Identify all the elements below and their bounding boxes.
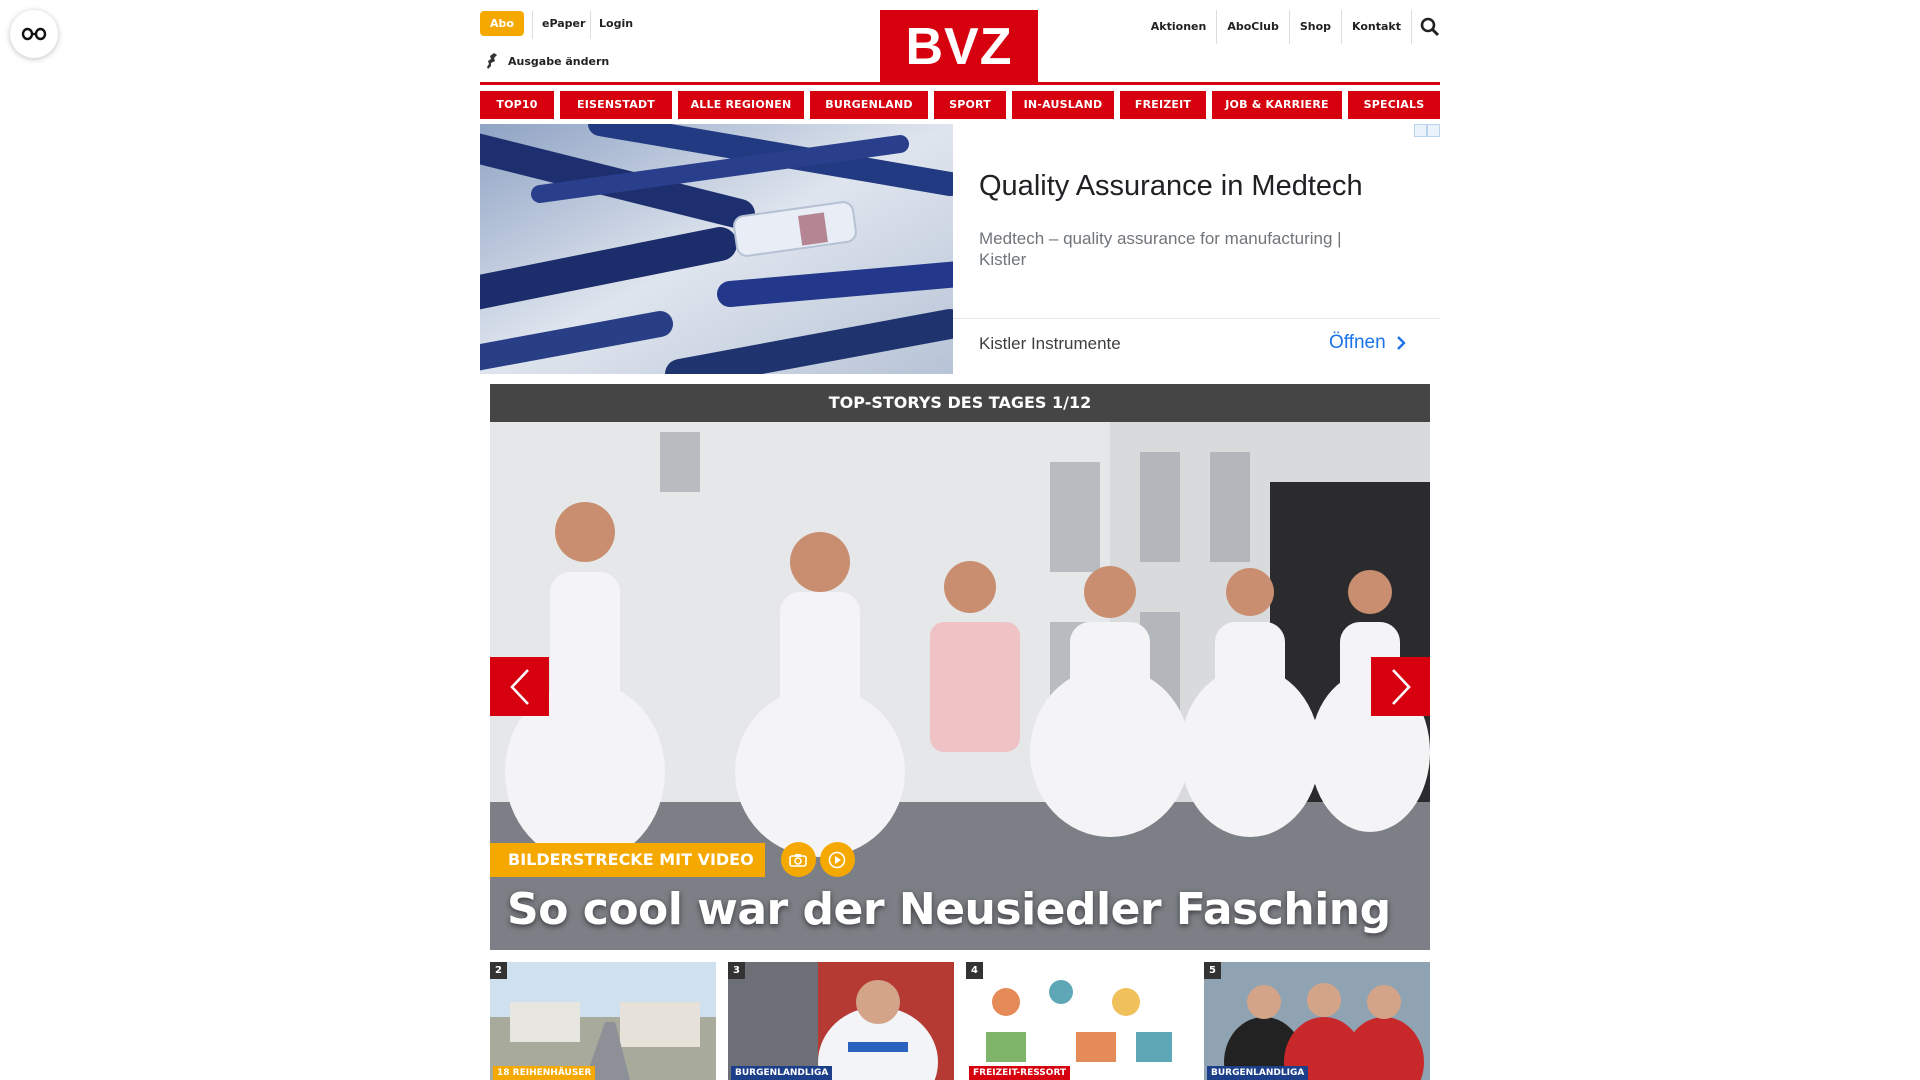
search-button[interactable] xyxy=(1412,17,1440,37)
thumbnail-number: 2 xyxy=(490,962,507,979)
nav-tab-alle-regionen[interactable]: ALLE REGIONEN xyxy=(678,91,804,119)
nav-shop[interactable]: Shop xyxy=(1290,10,1341,44)
thumbnail-number: 4 xyxy=(966,962,983,979)
thumbnail-tag: BURGENLANDLIGA xyxy=(731,1066,833,1080)
thumbnail-photo-houses xyxy=(490,962,716,1080)
bvz-logo[interactable]: BVZ xyxy=(880,10,1038,84)
chevron-right-icon xyxy=(1391,668,1411,705)
nav-tab-eisenstadt[interactable]: EISENSTADT xyxy=(560,91,672,119)
edition-switch[interactable]: Ausgabe ändern xyxy=(486,52,609,70)
slider-next-button[interactable] xyxy=(1371,657,1430,716)
story-kicker: BILDERSTRECKE MIT VIDEO xyxy=(490,842,765,877)
nav-tab-freizeit[interactable]: FREIZEIT xyxy=(1120,91,1206,119)
thumbnail-tag: FREIZEIT-RESSORT xyxy=(969,1066,1071,1080)
page-container: Abo ePaper Login Ausgabe ändern BVZ Akti… xyxy=(480,0,1440,1080)
main-navigation: TOP10 EISENSTADT ALLE REGIONEN BURGENLAN… xyxy=(480,91,1440,119)
divider xyxy=(953,318,1440,319)
hero-slide[interactable]: BILDERSTRECKE MIT VIDEO So cool war der … xyxy=(490,422,1430,950)
story-thumbnail[interactable]: 5 BURGENLANDLIGA xyxy=(1204,962,1430,1080)
abo-button[interactable]: Abo xyxy=(480,11,524,36)
ad-open-label: Öffnen xyxy=(1329,332,1386,353)
divider xyxy=(590,11,591,39)
glasses-icon xyxy=(21,27,47,41)
nav-kontakt[interactable]: Kontakt xyxy=(1342,10,1411,44)
ad-advertiser[interactable]: Kistler Instrumente xyxy=(979,334,1121,354)
chevron-right-icon xyxy=(1396,336,1406,350)
ad-photo-insulin-pens xyxy=(480,124,953,374)
thumbnail-photo-football-team xyxy=(1204,962,1430,1080)
thumbnail-illustration-leisure xyxy=(966,962,1192,1080)
thumbnail-number: 3 xyxy=(728,962,745,979)
story-badges: BILDERSTRECKE MIT VIDEO xyxy=(490,842,855,877)
top-stories-heading: TOP-STORYS DES TAGES 1/12 xyxy=(490,384,1430,422)
login-link[interactable]: Login xyxy=(599,11,633,39)
nav-tab-sport[interactable]: SPORT xyxy=(934,91,1006,119)
utility-nav: Aktionen AboClub Shop Kontakt xyxy=(1141,10,1440,44)
story-headline[interactable]: So cool war der Neusiedler Fasching xyxy=(507,884,1391,935)
site-header: Abo ePaper Login Ausgabe ändern BVZ Akti… xyxy=(480,0,1440,86)
camera-icon xyxy=(780,842,816,877)
nav-tab-burgenland[interactable]: BURGENLAND xyxy=(810,91,928,119)
ad-image[interactable] xyxy=(480,124,953,374)
nav-aktionen[interactable]: Aktionen xyxy=(1141,10,1217,44)
close-icon[interactable] xyxy=(1427,124,1440,137)
edition-label: Ausgabe ändern xyxy=(508,54,610,68)
region-map-icon xyxy=(487,53,497,69)
thumbnail-photo-football-player xyxy=(728,962,954,1080)
epaper-link[interactable]: ePaper xyxy=(542,11,585,39)
advertisement[interactable]: Quality Assurance in Medtech Medtech – q… xyxy=(480,124,1440,374)
media-type-icons xyxy=(780,842,855,877)
reader-mode-button[interactable] xyxy=(10,10,58,58)
ad-description[interactable]: Medtech – quality assurance for manufact… xyxy=(979,228,1389,270)
ad-choices-badge[interactable] xyxy=(1414,124,1440,137)
ad-title[interactable]: Quality Assurance in Medtech xyxy=(979,170,1363,203)
divider xyxy=(532,11,533,39)
story-thumbnails: 2 18 REIHENHÄUSER 3 BURGENLANDLIGA 4 FRE… xyxy=(490,962,1430,1080)
adchoices-icon xyxy=(1414,124,1427,137)
top-stories-slider: TOP-STORYS DES TAGES 1/12 BILDERSTRECKE … xyxy=(490,384,1430,950)
nav-tab-top10[interactable]: TOP10 xyxy=(480,91,554,119)
nav-tab-in-ausland[interactable]: IN-AUSLAND xyxy=(1012,91,1114,119)
search-icon xyxy=(1420,17,1440,37)
slider-prev-button[interactable] xyxy=(490,657,549,716)
thumbnail-tag: BURGENLANDLIGA xyxy=(1207,1066,1309,1080)
ad-open-button[interactable]: Öffnen xyxy=(1329,332,1406,354)
thumbnail-number: 5 xyxy=(1204,962,1221,979)
nav-tab-job-karriere[interactable]: JOB & KARRIERE xyxy=(1212,91,1342,119)
nav-tab-specials[interactable]: SPECIALS xyxy=(1348,91,1440,119)
story-thumbnail[interactable]: 3 BURGENLANDLIGA xyxy=(728,962,954,1080)
play-icon xyxy=(819,842,855,877)
chevron-left-icon xyxy=(509,668,529,705)
nav-aboclub[interactable]: AboClub xyxy=(1217,10,1289,44)
story-thumbnail[interactable]: 2 18 REIHENHÄUSER xyxy=(490,962,716,1080)
story-thumbnail[interactable]: 4 FREIZEIT-RESSORT xyxy=(966,962,1192,1080)
thumbnail-tag: 18 REIHENHÄUSER xyxy=(493,1066,596,1080)
